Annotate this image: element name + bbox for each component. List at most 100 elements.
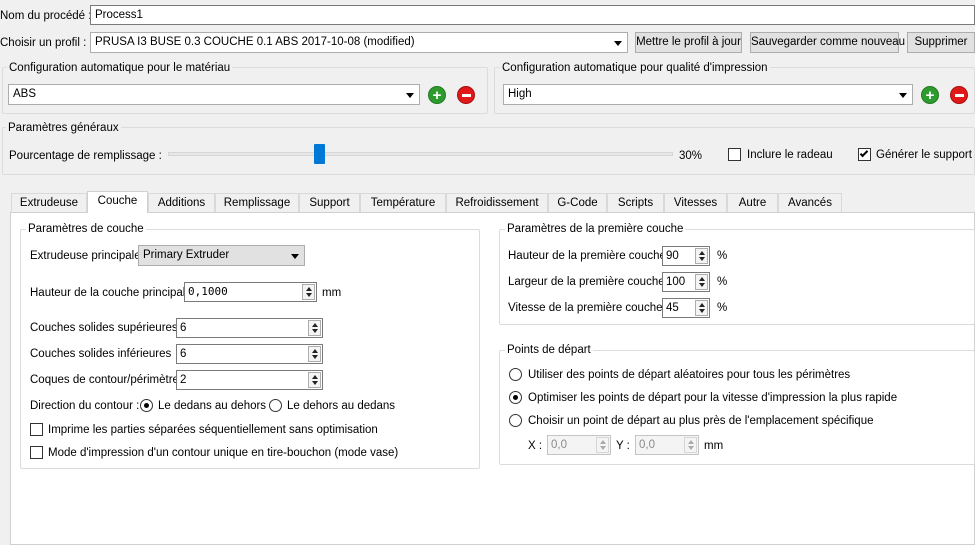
material-select[interactable]: ABS [8,84,420,105]
infill-slider-track[interactable] [168,152,673,156]
optimize-start-radio[interactable] [509,391,522,404]
tab-additions[interactable]: Additions [148,193,215,212]
first-layer-width-unit: % [717,276,728,288]
radio-dot [144,403,149,408]
tab-avances[interactable]: Avancés [778,193,842,212]
chevron-down-icon [614,41,622,46]
vase-mode-label: Mode d'impression d'un contour unique en… [48,447,399,459]
specific-start-label: Choisir un point de départ au plus près … [528,415,874,427]
bottom-solid-input[interactable]: 6 [176,344,323,364]
first-layer-speed-unit: % [717,302,728,314]
spin-buttons[interactable] [695,300,708,316]
first-layer-speed-input[interactable]: 45 [662,298,710,318]
delete-profile-button[interactable]: Supprimer [907,32,975,53]
save-as-new-button[interactable]: Sauvegarder comme nouveau [750,32,905,53]
sequential-checkbox[interactable] [30,423,43,436]
add-quality-button[interactable]: + [921,86,939,104]
spin-down-icon [699,309,705,313]
direction-outside-in-label: Le dehors au dedans [287,400,396,412]
xy-unit: mm [704,440,724,452]
first-layer-height-unit: % [717,250,728,262]
spin-buttons[interactable] [695,274,708,290]
spin-up-icon [306,287,312,291]
random-start-label: Utiliser des points de départ aléatoires… [528,369,851,381]
y-value: 0,0 [639,439,655,451]
tab-remplissage[interactable]: Remplissage [215,193,299,212]
support-label: Générer le support [876,149,972,161]
first-layer-width-input[interactable]: 100 [662,272,710,292]
add-material-button[interactable]: + [428,86,446,104]
random-start-radio[interactable] [509,368,522,381]
specific-start-radio[interactable] [509,414,522,427]
spin-up-icon [312,375,318,379]
tab-couche[interactable]: Couche [87,191,148,213]
top-solid-input[interactable]: 6 [176,318,323,338]
first-layer-width-label: Largeur de la première couche [508,276,665,288]
tab-extrudeuse[interactable]: Extrudeuse [11,193,87,212]
chevron-down-icon [899,93,907,98]
spin-buttons[interactable] [308,320,321,336]
spin-buttons[interactable] [596,437,609,453]
spin-buttons[interactable] [308,372,321,388]
spin-up-icon [699,251,705,255]
spin-down-icon [312,355,318,359]
spin-buttons[interactable] [684,437,697,453]
checkmark-icon [859,148,869,158]
y-input[interactable]: 0,0 [635,435,699,455]
remove-material-button[interactable] [457,86,475,104]
tab-scripts[interactable]: Scripts [607,193,664,212]
optimize-start-label: Optimiser les points de départ pour la v… [528,392,898,404]
quality-group-title: Configuration automatique pour qualité d… [500,61,770,75]
spin-up-icon [688,440,694,444]
bottom-solid-value: 6 [180,348,187,360]
spin-buttons[interactable] [695,248,708,264]
spin-down-icon [312,329,318,333]
top-solid-label: Couches solides supérieures [30,322,178,334]
tab-autre[interactable]: Autre [727,193,778,212]
support-checkbox[interactable] [858,148,871,161]
spin-down-icon [312,381,318,385]
main-extruder-value: Primary Extruder [143,249,230,261]
infill-label: Pourcentage de remplissage : [9,150,162,162]
profile-select[interactable]: PRUSA I3 BUSE 0.3 COUCHE 0.1 ABS 2017-10… [90,32,628,53]
spin-down-icon [688,446,694,450]
direction-outside-in-radio[interactable] [269,399,282,412]
raft-label: Inclure le radeau [747,149,833,161]
top-solid-value: 6 [180,322,187,334]
first-layer-height-value: 90 [666,250,679,262]
tab-vitesses[interactable]: Vitesses [664,193,727,212]
raft-checkbox[interactable] [728,148,741,161]
plus-icon: + [925,87,935,104]
first-layer-height-input[interactable]: 90 [662,246,710,266]
start-points-title: Points de départ [505,343,593,357]
quality-select[interactable]: High [503,84,913,105]
y-label: Y : [616,440,630,452]
perimeter-value: 2 [180,374,187,386]
direction-label: Direction du contour : [30,400,140,412]
material-select-value: ABS [13,88,37,100]
perimeter-input[interactable]: 2 [176,370,323,390]
first-layer-speed-value: 45 [666,302,679,314]
tab-support[interactable]: Support [299,193,360,212]
spin-down-icon [600,446,606,450]
remove-quality-button[interactable] [950,86,968,104]
update-profile-button[interactable]: Mettre le profil à jour [635,32,742,53]
x-input[interactable]: 0,0 [547,435,611,455]
material-group-title: Configuration automatique pour le matéri… [7,61,233,75]
profile-select-value: PRUSA I3 BUSE 0.3 COUCHE 0.1 ABS 2017-10… [95,36,415,48]
layer-height-value: 0,1000 [188,285,228,298]
direction-inside-out-label: Le dedans au dehors [158,400,267,412]
layer-height-input[interactable]: 0,1000 [184,282,317,302]
procedure-name-input[interactable]: Process1 [90,5,975,25]
spin-buttons[interactable] [308,346,321,362]
infill-slider-thumb[interactable] [314,144,325,164]
main-extruder-select[interactable]: Primary Extruder [138,245,305,266]
direction-inside-out-radio[interactable] [140,399,153,412]
tab-temperature[interactable]: Température [360,193,446,212]
vase-mode-checkbox[interactable] [30,446,43,459]
minus-icon [954,94,964,97]
spin-buttons[interactable] [302,284,315,300]
tab-gcode[interactable]: G-Code [548,193,607,212]
profile-label: Choisir un profil : [0,37,87,49]
tab-refroidissement[interactable]: Refroidissement [446,193,548,212]
